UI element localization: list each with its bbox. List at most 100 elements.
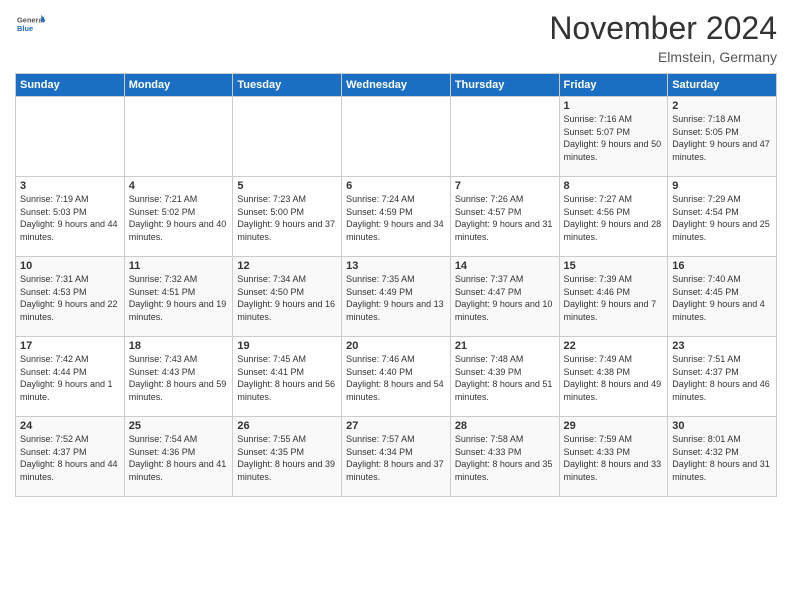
day-cell: 24Sunrise: 7:52 AMSunset: 4:37 PMDayligh… [16,417,125,497]
header-tuesday: Tuesday [233,74,342,97]
day-cell: 12Sunrise: 7:34 AMSunset: 4:50 PMDayligh… [233,257,342,337]
day-info: Sunrise: 7:24 AMSunset: 4:59 PMDaylight:… [346,193,446,243]
week-row-2: 3Sunrise: 7:19 AMSunset: 5:03 PMDaylight… [16,177,777,257]
day-info: Sunrise: 7:59 AMSunset: 4:33 PMDaylight:… [564,433,664,483]
header-thursday: Thursday [450,74,559,97]
day-info: Sunrise: 7:23 AMSunset: 5:00 PMDaylight:… [237,193,337,243]
day-number: 13 [346,260,446,272]
day-cell: 2Sunrise: 7:18 AMSunset: 5:05 PMDaylight… [668,97,777,177]
week-row-5: 24Sunrise: 7:52 AMSunset: 4:37 PMDayligh… [16,417,777,497]
day-info: Sunrise: 7:45 AMSunset: 4:41 PMDaylight:… [237,353,337,403]
title-area: November 2024 Elmstein, Germany [549,10,777,65]
header-friday: Friday [559,74,668,97]
day-info: Sunrise: 7:34 AMSunset: 4:50 PMDaylight:… [237,273,337,323]
day-info: Sunrise: 7:43 AMSunset: 4:43 PMDaylight:… [129,353,229,403]
day-number: 18 [129,340,229,352]
day-info: Sunrise: 7:31 AMSunset: 4:53 PMDaylight:… [20,273,120,323]
day-number: 24 [20,420,120,432]
day-info: Sunrise: 7:58 AMSunset: 4:33 PMDaylight:… [455,433,555,483]
page-header: General Blue November 2024 Elmstein, Ger… [15,10,777,65]
day-cell: 22Sunrise: 7:49 AMSunset: 4:38 PMDayligh… [559,337,668,417]
day-number: 5 [237,180,337,192]
day-cell: 16Sunrise: 7:40 AMSunset: 4:45 PMDayligh… [668,257,777,337]
svg-text:Blue: Blue [17,24,33,33]
day-info: Sunrise: 7:26 AMSunset: 4:57 PMDaylight:… [455,193,555,243]
day-cell: 28Sunrise: 7:58 AMSunset: 4:33 PMDayligh… [450,417,559,497]
day-number: 21 [455,340,555,352]
day-info: Sunrise: 7:48 AMSunset: 4:39 PMDaylight:… [455,353,555,403]
logo-text: General Blue [15,10,45,43]
day-cell: 21Sunrise: 7:48 AMSunset: 4:39 PMDayligh… [450,337,559,417]
svg-text:General: General [17,16,45,25]
day-number: 11 [129,260,229,272]
logo: General Blue [15,10,45,43]
day-cell: 26Sunrise: 7:55 AMSunset: 4:35 PMDayligh… [233,417,342,497]
day-cell: 9Sunrise: 7:29 AMSunset: 4:54 PMDaylight… [668,177,777,257]
day-cell [342,97,451,177]
day-number: 14 [455,260,555,272]
day-cell [16,97,125,177]
day-number: 9 [672,180,772,192]
weekday-header-row: Sunday Monday Tuesday Wednesday Thursday… [16,74,777,97]
day-info: Sunrise: 7:19 AMSunset: 5:03 PMDaylight:… [20,193,120,243]
day-cell: 11Sunrise: 7:32 AMSunset: 4:51 PMDayligh… [124,257,233,337]
day-cell: 5Sunrise: 7:23 AMSunset: 5:00 PMDaylight… [233,177,342,257]
day-number: 6 [346,180,446,192]
day-info: Sunrise: 7:42 AMSunset: 4:44 PMDaylight:… [20,353,120,403]
day-info: Sunrise: 7:51 AMSunset: 4:37 PMDaylight:… [672,353,772,403]
day-info: Sunrise: 7:49 AMSunset: 4:38 PMDaylight:… [564,353,664,403]
day-number: 29 [564,420,664,432]
day-cell: 14Sunrise: 7:37 AMSunset: 4:47 PMDayligh… [450,257,559,337]
logo-svg: General Blue [17,10,45,38]
day-cell: 10Sunrise: 7:31 AMSunset: 4:53 PMDayligh… [16,257,125,337]
day-number: 2 [672,100,772,112]
month-title: November 2024 [549,10,777,47]
day-number: 7 [455,180,555,192]
day-info: Sunrise: 7:37 AMSunset: 4:47 PMDaylight:… [455,273,555,323]
calendar-table: Sunday Monday Tuesday Wednesday Thursday… [15,73,777,497]
day-number: 27 [346,420,446,432]
day-cell: 23Sunrise: 7:51 AMSunset: 4:37 PMDayligh… [668,337,777,417]
day-info: Sunrise: 7:46 AMSunset: 4:40 PMDaylight:… [346,353,446,403]
day-number: 19 [237,340,337,352]
day-cell: 29Sunrise: 7:59 AMSunset: 4:33 PMDayligh… [559,417,668,497]
day-cell: 30Sunrise: 8:01 AMSunset: 4:32 PMDayligh… [668,417,777,497]
day-number: 10 [20,260,120,272]
day-number: 25 [129,420,229,432]
day-cell: 1Sunrise: 7:16 AMSunset: 5:07 PMDaylight… [559,97,668,177]
day-info: Sunrise: 7:16 AMSunset: 5:07 PMDaylight:… [564,113,664,163]
header-saturday: Saturday [668,74,777,97]
day-number: 17 [20,340,120,352]
header-wednesday: Wednesday [342,74,451,97]
day-cell: 15Sunrise: 7:39 AMSunset: 4:46 PMDayligh… [559,257,668,337]
day-number: 4 [129,180,229,192]
day-cell: 13Sunrise: 7:35 AMSunset: 4:49 PMDayligh… [342,257,451,337]
day-cell: 27Sunrise: 7:57 AMSunset: 4:34 PMDayligh… [342,417,451,497]
day-info: Sunrise: 8:01 AMSunset: 4:32 PMDaylight:… [672,433,772,483]
day-info: Sunrise: 7:21 AMSunset: 5:02 PMDaylight:… [129,193,229,243]
day-number: 15 [564,260,664,272]
day-number: 8 [564,180,664,192]
day-cell: 8Sunrise: 7:27 AMSunset: 4:56 PMDaylight… [559,177,668,257]
day-info: Sunrise: 7:35 AMSunset: 4:49 PMDaylight:… [346,273,446,323]
day-cell [124,97,233,177]
day-info: Sunrise: 7:32 AMSunset: 4:51 PMDaylight:… [129,273,229,323]
day-number: 3 [20,180,120,192]
day-number: 16 [672,260,772,272]
week-row-1: 1Sunrise: 7:16 AMSunset: 5:07 PMDaylight… [16,97,777,177]
day-number: 23 [672,340,772,352]
day-number: 20 [346,340,446,352]
week-row-3: 10Sunrise: 7:31 AMSunset: 4:53 PMDayligh… [16,257,777,337]
day-number: 22 [564,340,664,352]
day-cell: 3Sunrise: 7:19 AMSunset: 5:03 PMDaylight… [16,177,125,257]
day-cell: 17Sunrise: 7:42 AMSunset: 4:44 PMDayligh… [16,337,125,417]
day-cell [450,97,559,177]
day-number: 1 [564,100,664,112]
day-cell: 19Sunrise: 7:45 AMSunset: 4:41 PMDayligh… [233,337,342,417]
day-cell: 25Sunrise: 7:54 AMSunset: 4:36 PMDayligh… [124,417,233,497]
week-row-4: 17Sunrise: 7:42 AMSunset: 4:44 PMDayligh… [16,337,777,417]
day-info: Sunrise: 7:57 AMSunset: 4:34 PMDaylight:… [346,433,446,483]
day-info: Sunrise: 7:40 AMSunset: 4:45 PMDaylight:… [672,273,772,323]
day-info: Sunrise: 7:55 AMSunset: 4:35 PMDaylight:… [237,433,337,483]
day-cell [233,97,342,177]
